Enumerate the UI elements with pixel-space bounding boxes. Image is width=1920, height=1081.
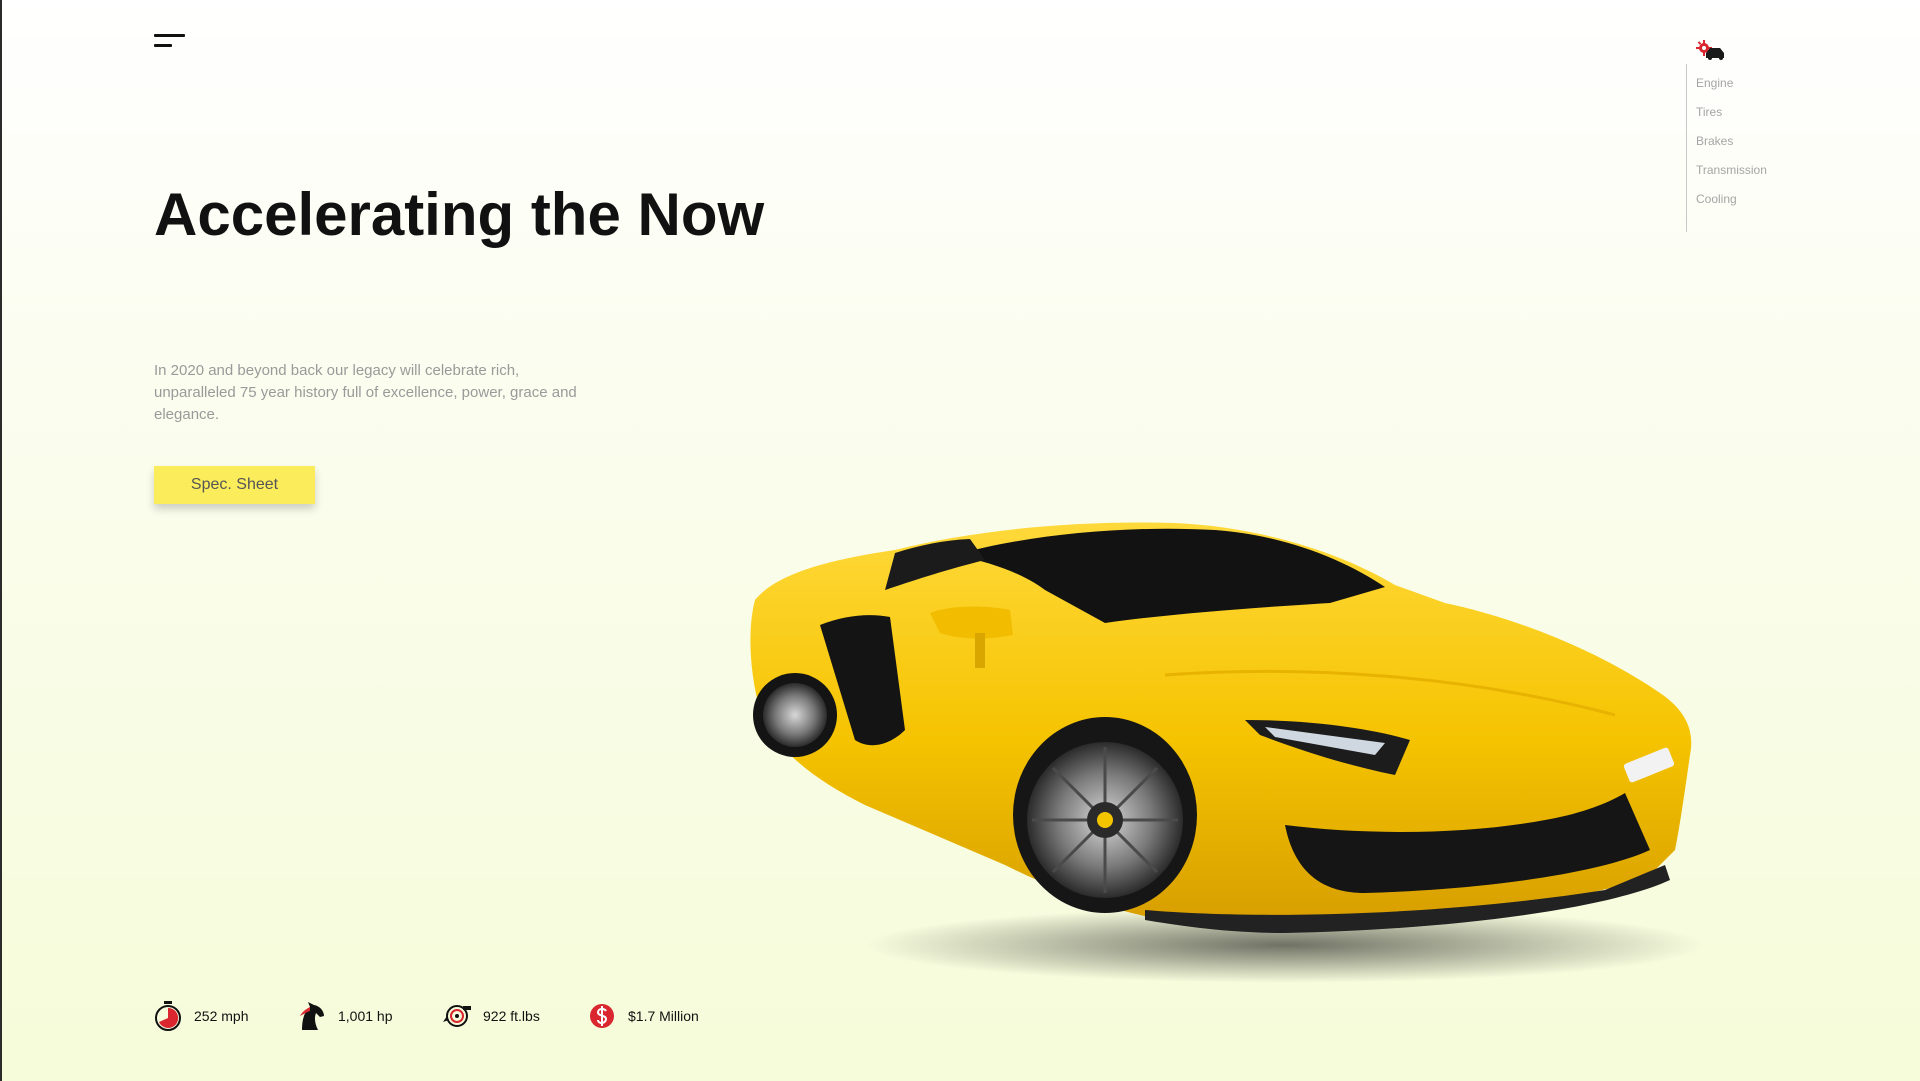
stat-horsepower-value: 1,001 hp <box>338 1008 393 1024</box>
stat-price-value: $1.7 Million <box>628 1008 699 1024</box>
stopwatch-icon <box>155 1001 181 1031</box>
side-nav-divider <box>1686 64 1687 232</box>
side-nav-item-tires[interactable]: Tires <box>1696 105 1767 134</box>
hero-description: In 2020 and beyond back our legacy will … <box>154 362 577 423</box>
supercar-illustration <box>750 522 1705 983</box>
side-nav-item-transmission[interactable]: Transmission <box>1696 163 1767 192</box>
page-title: Accelerating the Now <box>154 181 765 248</box>
stat-horsepower: 1,001 hp <box>298 998 393 1034</box>
stat-price: $1.7 Million <box>588 998 699 1034</box>
dollar-icon <box>590 1004 614 1028</box>
car-image <box>745 515 1725 985</box>
side-nav-item-engine[interactable]: Engine <box>1696 76 1767 105</box>
side-nav-list: Engine Tires Brakes Transmission Cooling <box>1696 76 1767 221</box>
menu-icon-bar-top <box>154 34 185 37</box>
menu-icon-bar-bottom <box>154 44 172 47</box>
stat-torque-value: 922 ft.lbs <box>483 1008 540 1024</box>
side-nav-item-cooling[interactable]: Cooling <box>1696 192 1767 221</box>
stat-torque: 922 ft.lbs <box>443 998 540 1034</box>
turbo-icon <box>443 1005 471 1027</box>
stat-top-speed: 252 mph <box>154 998 248 1034</box>
side-nav-item-brakes[interactable]: Brakes <box>1696 134 1767 163</box>
horse-icon <box>300 1002 324 1030</box>
stat-top-speed-value: 252 mph <box>194 1008 249 1024</box>
window-left-border <box>0 0 2 1081</box>
gear-car-icon[interactable] <box>1696 40 1726 62</box>
menu-icon[interactable] <box>154 34 186 50</box>
spec-sheet-button[interactable]: Spec. Sheet <box>154 466 315 504</box>
